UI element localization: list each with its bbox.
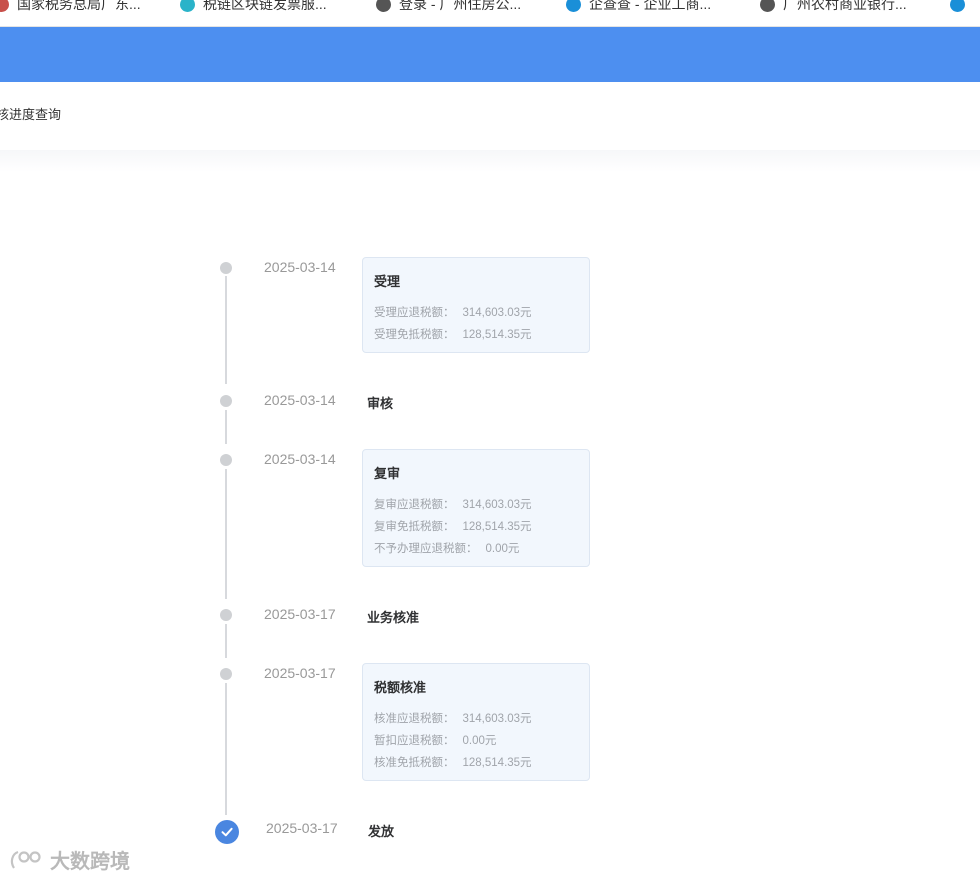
timeline-card: 复审 复审应退税额： 314,603.03元 复审免抵税额： 128,514.35元… — [362, 449, 590, 567]
timeline-dot — [220, 668, 232, 680]
detail-label: 受理应退税额： — [374, 307, 455, 319]
bookmark-label: 企查查 - 企业工商... — [589, 0, 712, 12]
bookmark-qichacha[interactable]: 企查查 - 企业工商... — [566, 0, 711, 14]
detail-value: 0.00元 — [485, 543, 520, 555]
detail-value: 314,603.03元 — [462, 499, 532, 511]
watermark: 大数跨境 — [8, 845, 130, 874]
watermark-text: 大数跨境 — [50, 851, 130, 873]
timeline-connector — [225, 469, 227, 599]
bookmark-favicon-icon — [0, 0, 9, 12]
card-detail-line: 核准免抵税额： 128,514.35元 — [374, 754, 532, 770]
timeline-dot — [220, 454, 232, 466]
timeline-connector — [225, 683, 227, 815]
timeline-title: 受理 — [374, 274, 401, 289]
globe-icon — [760, 0, 775, 12]
detail-label: 不予办理应退税额： — [374, 543, 478, 555]
detail-label: 复审免抵税额： — [374, 521, 455, 533]
bookmark-favicon-icon — [180, 0, 195, 12]
card-detail-line: 复审应退税额： 314,603.03元 — [374, 496, 532, 512]
timeline-title: 发放 — [368, 824, 395, 839]
card-detail-line: 暂扣应退税额： 0.00元 — [374, 732, 496, 748]
timeline-date: 2025-03-14 — [264, 392, 336, 408]
card-detail-line: 复审免抵税额： 128,514.35元 — [374, 518, 532, 534]
bookmark-label: 税链区块链发票服... — [203, 0, 327, 12]
bookmark-label: 国家税务总局广东... — [17, 0, 141, 12]
timeline-connector — [225, 624, 227, 658]
globe-icon — [376, 0, 391, 12]
detail-value: 128,514.35元 — [462, 521, 532, 533]
detail-value: 128,514.35元 — [462, 757, 532, 769]
card-detail-line: 不予办理应退税额： 0.00元 — [374, 540, 519, 556]
timeline-date: 2025-03-14 — [264, 451, 336, 467]
timeline-card: 税额核准 核准应退税额： 314,603.03元 暂扣应退税额： 0.00元 核准免… — [362, 663, 590, 781]
timeline-date: 2025-03-17 — [264, 606, 336, 622]
detail-label: 核准免抵税额： — [374, 757, 455, 769]
bookmark-rural-bank[interactable]: 广州农村商业银行... — [760, 0, 907, 14]
detail-label: 暂扣应退税额： — [374, 735, 455, 747]
bookmarks-bar: 国家税务总局广东... 税链区块链发票服... 登录 - 广州住房公... 企查… — [0, 0, 980, 27]
detail-label: 复审应退税额： — [374, 499, 455, 511]
bookmark-label: 广州农村商业银行... — [783, 0, 907, 12]
timeline-dot — [220, 609, 232, 621]
detail-value: 128,514.35元 — [462, 329, 532, 341]
timeline-card: 受理 受理应退税额： 314,603.03元 受理免抵税额： 128,514.35元 — [362, 257, 590, 353]
site-header — [0, 27, 980, 82]
bookmark-housing-fund[interactable]: 登录 - 广州住房公... — [376, 0, 521, 14]
bookmark-favicon-icon — [566, 0, 581, 12]
detail-label: 受理免抵税额： — [374, 329, 455, 341]
timeline-title: 业务核准 — [367, 610, 420, 625]
timeline-connector — [225, 276, 227, 384]
card-detail-line: 核准应退税额： 314,603.03元 — [374, 710, 532, 726]
timeline-date: 2025-03-17 — [264, 665, 336, 681]
watermark-logo-icon — [10, 850, 41, 869]
timeline-title: 审核 — [367, 396, 394, 411]
section-divider — [0, 150, 980, 172]
page-title: 核进度查询 — [0, 107, 62, 122]
bookmark-tax-bureau[interactable]: 国家税务总局广东... — [0, 0, 141, 14]
timeline-title: 税额核准 — [374, 680, 427, 695]
detail-label: 核准应退税额： — [374, 713, 455, 725]
timeline-date: 2025-03-14 — [264, 259, 336, 275]
bookmark-favicon-icon — [950, 0, 965, 12]
timeline-title: 复审 — [374, 466, 401, 481]
timeline-dot — [220, 395, 232, 407]
bookmark-overflow[interactable] — [950, 0, 973, 14]
card-detail-line: 受理免抵税额： 128,514.35元 — [374, 326, 532, 342]
check-icon — [215, 820, 239, 844]
detail-value: 314,603.03元 — [462, 713, 532, 725]
bookmark-blockchain-invoice[interactable]: 税链区块链发票服... — [180, 0, 327, 14]
timeline-date: 2025-03-17 — [266, 820, 338, 836]
timeline-connector — [225, 410, 227, 444]
bookmark-label: 登录 - 广州住房公... — [399, 0, 522, 12]
detail-value: 314,603.03元 — [462, 307, 532, 319]
card-detail-line: 受理应退税额： 314,603.03元 — [374, 304, 532, 320]
detail-value: 0.00元 — [462, 735, 497, 747]
timeline-dot — [220, 262, 232, 274]
